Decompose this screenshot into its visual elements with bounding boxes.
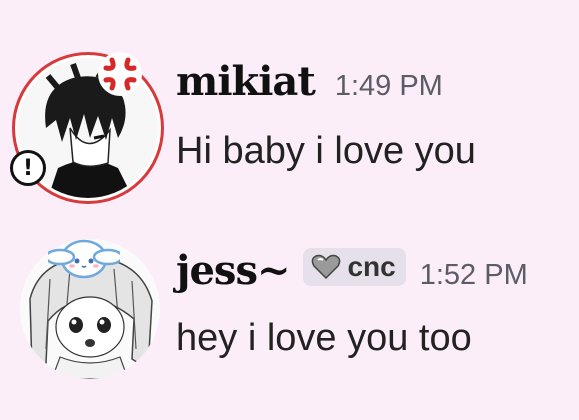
cinnamoroll-icon (44, 235, 124, 281)
message-text: hey i love you too (176, 317, 472, 359)
message-text: Hi baby i love you (176, 130, 476, 172)
message-header: mikiat 1:49 PM (176, 58, 443, 105)
exclamation-badge-icon: ! (10, 150, 46, 186)
avatar[interactable] (20, 239, 160, 379)
heart-icon (312, 254, 341, 280)
message-header: jess~ cnc 1:52 PM (176, 247, 528, 294)
message-item: jess~ cnc 1:52 PM hey i love you too (0, 225, 579, 405)
anger-vein-icon (96, 50, 144, 98)
role-badge[interactable]: cnc (303, 248, 406, 286)
avatar[interactable]: ! (10, 52, 158, 198)
message-item: ! mikiat 1:49 PM Hi baby i love you (0, 40, 579, 210)
username[interactable]: jess~ (176, 247, 290, 294)
timestamp[interactable]: 1:52 PM (420, 259, 528, 292)
timestamp[interactable]: 1:49 PM (335, 70, 443, 103)
username[interactable]: mikiat (176, 58, 316, 105)
role-label: cnc (347, 251, 396, 282)
